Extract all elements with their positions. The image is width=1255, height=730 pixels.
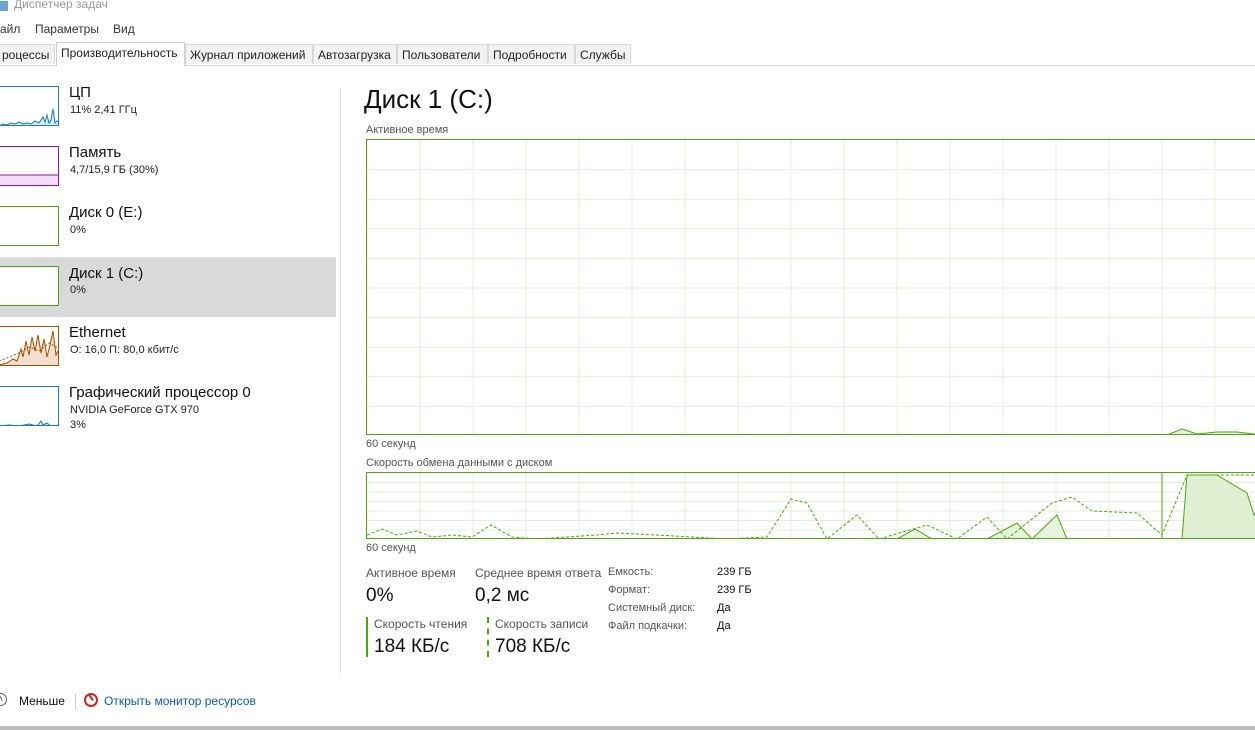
taskbar-edge <box>0 726 1255 730</box>
active-time-graph <box>367 140 1255 434</box>
tab-startup[interactable]: Автозагрузка <box>313 44 397 64</box>
transfer-rate-chart-label: Скорость обмена данными с диском <box>366 457 553 469</box>
capacity-value: 239 ГБ <box>717 566 752 578</box>
fewer-details-button[interactable]: Меньше <box>19 694 65 708</box>
sidebar-item-cpu[interactable]: ЦП 11% 2,41 ГГц <box>0 80 336 140</box>
sidebar-item-gpu[interactable]: Графический процессор 0 NVIDIA GeForce G… <box>0 380 336 450</box>
sidebar-item-disk0[interactable]: Диск 0 (E:) 0% <box>0 200 336 260</box>
capacity-label: Емкость: <box>608 566 654 578</box>
gpu-model: NVIDIA GeForce GTX 970 <box>70 404 199 416</box>
chevron-up-icon[interactable]: ˄ <box>0 693 7 706</box>
disk0-label: Диск 0 (E:) <box>69 204 143 221</box>
tab-processes[interactable]: роцессы <box>0 44 55 64</box>
write-speed-legend-line <box>487 617 489 657</box>
read-rate-trace <box>1181 474 1255 538</box>
ethernet-thumbnail-graph <box>0 326 59 366</box>
disk1-label: Диск 1 (C:) <box>69 265 144 282</box>
sidebar-item-disk1[interactable]: Диск 1 (C:) 0% <box>0 257 336 317</box>
system-disk-value: Да <box>717 602 731 614</box>
cpu-thumbnail-graph <box>0 86 59 126</box>
format-value: 239 ГБ <box>717 584 752 596</box>
menu-view[interactable]: Вид <box>113 22 135 36</box>
tab-app-history[interactable]: Журнал приложений <box>185 44 313 64</box>
resource-list: ЦП 11% 2,41 ГГц Память 4,7/15,9 ГБ (30%)… <box>0 80 336 460</box>
gpu-sparkline <box>3 420 58 425</box>
active-time-trace <box>1168 428 1255 434</box>
disk1-value: 0% <box>70 284 86 296</box>
cpu-label: ЦП <box>69 84 91 101</box>
open-resource-monitor-link[interactable]: Открыть монитор ресурсов <box>104 694 256 708</box>
tab-details[interactable]: Подробности <box>488 44 575 64</box>
pagefile-label: Файл подкачки: <box>608 620 688 632</box>
sidebar-item-ethernet[interactable]: Ethernet О: 16,0 П: 80,0 кбит/с <box>0 320 336 380</box>
memory-label: Память <box>69 144 122 161</box>
menu-options[interactable]: Параметры <box>35 22 99 36</box>
active-time-value: 0% <box>366 585 394 606</box>
footer-separator <box>75 693 76 709</box>
page-title: Диск 1 (C:) <box>364 84 493 114</box>
response-time-label: Среднее время ответа <box>475 566 602 580</box>
resource-monitor-icon[interactable] <box>84 693 98 707</box>
tab-performance[interactable]: Производительность <box>56 42 185 66</box>
memory-thumbnail-graph <box>0 146 59 186</box>
tab-services[interactable]: Службы <box>575 44 631 64</box>
ethernet-label: Ethernet <box>69 324 126 341</box>
sidebar-item-memory[interactable]: Память 4,7/15,9 ГБ (30%) <box>0 140 336 200</box>
task-manager-icon <box>0 1 8 11</box>
menu-file[interactable]: айл <box>0 22 20 36</box>
system-disk-label: Системный диск: <box>608 602 696 614</box>
write-speed-value: 708 КБ/с <box>495 636 571 657</box>
write-speed-label: Скорость записи <box>495 617 589 631</box>
format-label: Формат: <box>608 584 651 596</box>
gpu-label: Графический процессор 0 <box>69 384 251 401</box>
tab-bar: роцессы Производительность Журнал прилож… <box>0 42 1255 66</box>
gpu-thumbnail-graph <box>0 386 59 426</box>
read-speed-label: Скорость чтения <box>374 617 468 631</box>
memory-value: 4,7/15,9 ГБ (30%) <box>70 164 159 176</box>
tab-users[interactable]: Пользователи <box>397 44 488 64</box>
response-time-value: 0,2 мс <box>475 585 530 606</box>
disk0-value: 0% <box>70 224 86 236</box>
cpu-value: 11% 2,41 ГГц <box>70 104 137 116</box>
read-speed-value: 184 КБ/с <box>374 636 450 657</box>
transfer-rate-chart <box>366 472 1255 539</box>
disk1-thumbnail-graph <box>0 266 59 306</box>
transfer-rate-graph <box>367 473 1255 538</box>
transfer-rate-chart-duration: 60 секунд <box>366 542 416 554</box>
pagefile-value: Да <box>717 620 731 632</box>
active-time-chart-label: Активное время <box>366 124 449 136</box>
write-rate-trace <box>367 474 1255 538</box>
ethernet-value: О: 16,0 П: 80,0 кбит/с <box>70 344 179 356</box>
gpu-value: 3% <box>70 419 86 431</box>
active-time-chart-duration: 60 секунд <box>366 438 416 450</box>
active-time-label: Активное время <box>366 566 456 580</box>
read-speed-legend-line <box>366 617 368 657</box>
panel-divider <box>340 88 341 673</box>
ethernet-sparkline <box>0 330 58 365</box>
title-bar: Диспетчер задач <box>0 0 1255 14</box>
disk0-thumbnail-graph <box>0 206 59 246</box>
footer-bar: ˄ Меньше Открыть монитор ресурсов <box>0 690 700 712</box>
cpu-sparkline <box>0 108 58 125</box>
memory-sparkline <box>0 174 58 185</box>
window-title: Диспетчер задач <box>14 0 108 11</box>
active-time-chart <box>366 139 1255 435</box>
